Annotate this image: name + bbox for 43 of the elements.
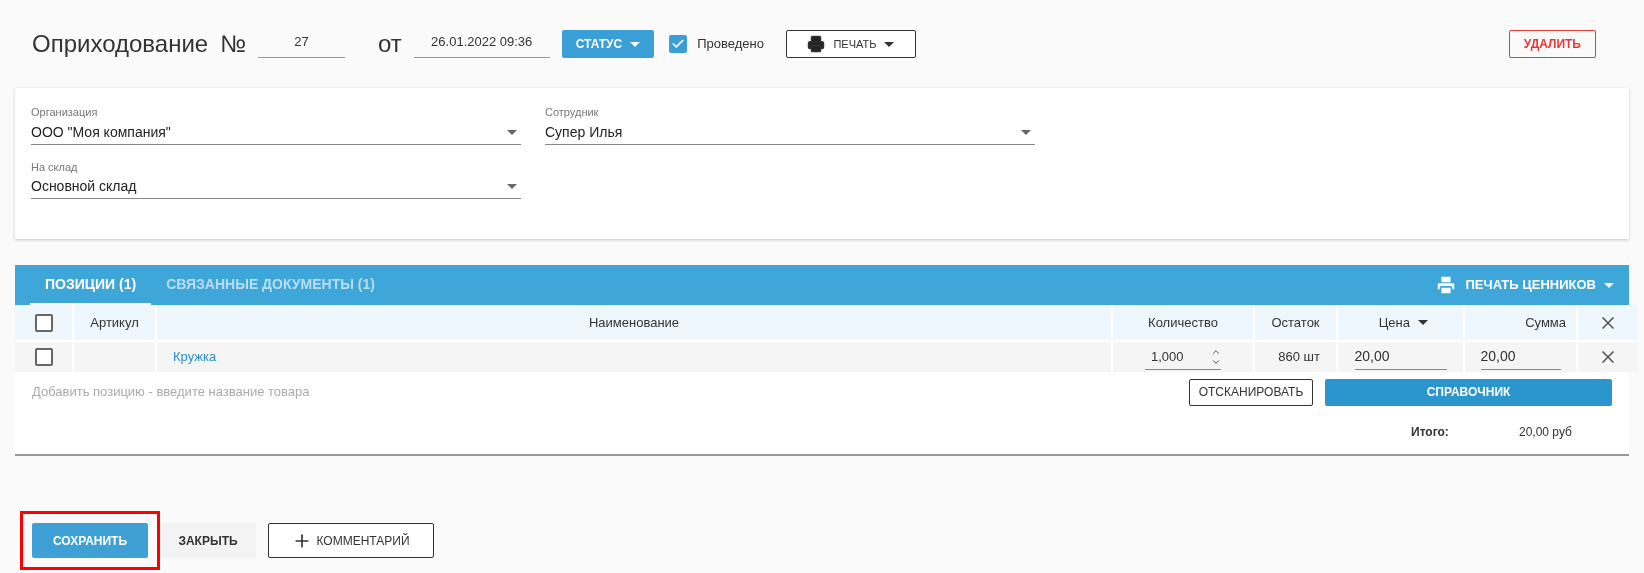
date-label: от — [377, 29, 402, 59]
caret-icon — [1418, 320, 1428, 325]
caret-icon — [884, 41, 895, 47]
caret-icon — [1021, 129, 1031, 135]
caret-icon — [507, 184, 517, 189]
row-checkbox[interactable] — [34, 348, 53, 366]
comment-button[interactable]: КОММЕНТАРИЙ — [268, 523, 434, 558]
posted-checkbox[interactable] — [669, 35, 688, 53]
posted-label: Проведено — [697, 35, 764, 54]
field-label: Организация — [31, 105, 99, 120]
scan-button[interactable]: ОТСКАНИРОВАТЬ — [1189, 378, 1313, 406]
caret-icon — [1604, 282, 1614, 288]
select-field[interactable]: Супер Илья — [545, 120, 1035, 145]
caret-icon — [507, 129, 517, 135]
print-button[interactable]: ПЕЧАТЬ — [785, 30, 916, 58]
quantity-field[interactable]: 1,000 — [1145, 344, 1221, 370]
price-field[interactable]: 20,00 — [1354, 344, 1447, 370]
column-header[interactable]: Цена — [1378, 312, 1410, 333]
column-header: Наименование — [157, 305, 1113, 340]
column-header: Сумма — [1465, 305, 1578, 340]
column-header: Количество — [1113, 305, 1255, 340]
select-all-checkbox[interactable] — [34, 313, 53, 332]
column-header: Артикул — [74, 305, 157, 340]
number-field[interactable]: 27 — [257, 30, 345, 58]
close-button[interactable]: ЗАКРЫТЬ — [160, 523, 256, 558]
printer-icon — [807, 35, 826, 53]
caret-icon — [630, 41, 641, 47]
total-label: Итого: — [1411, 424, 1450, 441]
column-header: Остаток — [1255, 305, 1338, 340]
total-value: 20,00 руб — [1519, 424, 1572, 441]
field-label: Сотрудник — [545, 105, 600, 120]
add-position-field[interactable]: Добавить позицию - введите название товара — [32, 382, 1189, 402]
sum-field[interactable]: 20,00 — [1480, 344, 1561, 370]
select-field[interactable]: ООО "Моя компания" — [31, 120, 521, 145]
select-field[interactable]: Основной склад — [31, 175, 521, 199]
delete-button[interactable]: УДАЛИТЬ — [1508, 30, 1596, 58]
printer-icon — [1435, 274, 1458, 296]
table-cell: 860 шт — [1255, 340, 1338, 372]
date-field[interactable]: 26.01.2022 09:36 — [413, 30, 550, 58]
document-title: Оприходование — [32, 29, 209, 59]
check-icon — [671, 37, 686, 51]
field-label: На склад — [31, 159, 79, 175]
number-label: № — [220, 29, 246, 59]
